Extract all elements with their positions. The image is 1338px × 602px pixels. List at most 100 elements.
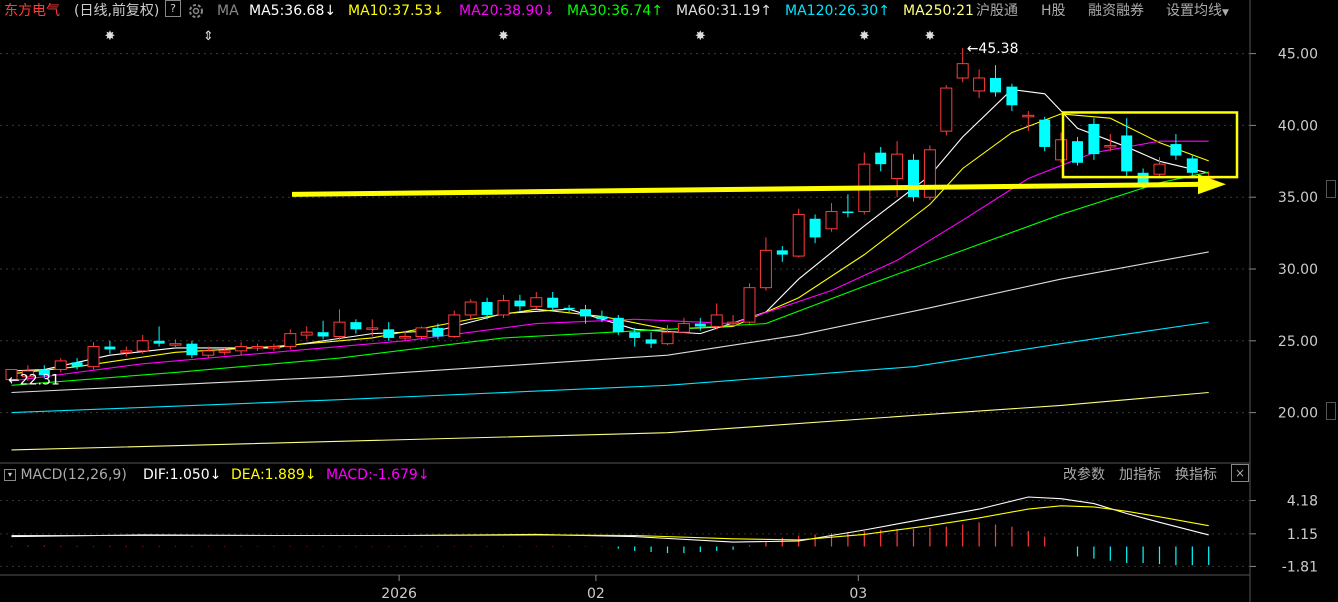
dif-value: DIF:1.050↓ [143, 464, 221, 486]
candle-body-down [383, 329, 395, 338]
price-tick-label: 35.00 [1278, 190, 1318, 206]
candle-body-up [497, 300, 510, 316]
candle-body-down [842, 211, 854, 214]
candle-body-up [235, 346, 248, 352]
price-tick-label: 40.00 [1278, 118, 1318, 134]
candle-body-down [1072, 141, 1083, 163]
candle-body-up [333, 321, 346, 337]
candle-body-down [809, 218, 821, 238]
ma10-line [11, 113, 1209, 375]
candle-body-up [677, 323, 690, 333]
candle-body-down [776, 250, 788, 255]
candle-body-down [481, 302, 493, 315]
candle-body-down [1006, 86, 1018, 106]
event-marker-icon: ✸ [695, 29, 706, 44]
candle-body-up [1055, 139, 1068, 161]
price-tick-label: 20.00 [1278, 406, 1318, 422]
candle-body-up [1022, 114, 1035, 118]
candle-body-down [1186, 158, 1198, 173]
candle-body-down [563, 307, 575, 310]
dea-text: DEA:1.889 [231, 467, 305, 483]
candle-body-down [596, 316, 608, 320]
candle-body-up [284, 333, 297, 348]
candle-body-up [136, 340, 149, 352]
min-price-label: ←22.31 [8, 372, 60, 388]
candle-body-up [759, 249, 772, 289]
event-marker-icon: ✸ [104, 29, 115, 44]
time-tick-label: 2026 [381, 586, 417, 602]
candle-body-up [891, 153, 904, 180]
scroll-handle-lower[interactable] [1326, 402, 1336, 420]
candle-body-down [908, 159, 919, 198]
close-icon[interactable]: × [1231, 464, 1249, 482]
annotations: ←45.38 ←22.31 ✸ ⇕ ✸ ✸ ✸ ✸ [8, 29, 1239, 388]
add-indicator-button[interactable]: 加指标 [1119, 464, 1161, 486]
candle-body-up [464, 301, 477, 316]
candle-body-down [71, 362, 83, 367]
candle-body-up [54, 360, 67, 371]
candle-body-up [251, 346, 264, 349]
candle-body-up [366, 327, 379, 330]
event-marker-icon: ⇕ [203, 29, 214, 44]
macd-header: ▾ MACD(12,26,9) DIF:1.050↓ DEA:1.889↓ MA… [0, 464, 1250, 486]
macd-title-block[interactable]: ▾ MACD(12,26,9) [4, 464, 127, 486]
price-tick-label: 25.00 [1278, 334, 1318, 350]
max-price-label: ←45.38 [967, 41, 1019, 57]
dea-value: DEA:1.889↓ [231, 464, 317, 486]
candle-body-down [1039, 119, 1051, 147]
candle-body-down [1121, 135, 1133, 172]
price-tick-label: 45.00 [1278, 47, 1318, 63]
candle-body-down [432, 327, 444, 337]
candle-body-up [448, 314, 461, 337]
macd-panel [0, 496, 1250, 567]
candle-body-up [727, 321, 740, 325]
candle-body-down [514, 300, 526, 307]
candle-body-down [612, 317, 624, 333]
change-params-button[interactable]: 改参数 [1063, 464, 1105, 486]
event-marker-icon: ✸ [924, 29, 935, 44]
macd-tick-label: 1.15 [1287, 527, 1318, 543]
candle-body-up [973, 77, 986, 92]
dea-arrow: ↓ [304, 467, 317, 483]
grid-lines [0, 53, 1250, 414]
candle-body-up [661, 331, 674, 345]
dif-text: DIF:1.050 [143, 467, 210, 483]
macd-tick-label: 4.18 [1287, 494, 1318, 510]
price-tick-label: 30.00 [1278, 262, 1318, 278]
candle-body-up [218, 350, 231, 353]
moving-average-lines [11, 88, 1209, 451]
candle-body-up [923, 149, 936, 198]
macd-title: MACD(12,26,9) [20, 467, 127, 483]
candle-body-up [825, 211, 838, 230]
time-tick-label: 03 [849, 586, 867, 602]
candle-body-down [580, 309, 591, 317]
candle-body-up [87, 346, 100, 368]
candle-body-up [267, 346, 280, 349]
candle-body-down [990, 78, 1001, 93]
candle-body-up [710, 314, 723, 327]
candle-body-up [743, 287, 756, 323]
candle-body-up [300, 331, 313, 336]
ma120-line [11, 321, 1209, 414]
candle-body-down [1088, 123, 1100, 155]
switch-indicator-button[interactable]: 换指标 [1175, 464, 1217, 486]
collapse-icon[interactable]: ▾ [4, 469, 16, 481]
candle-body-down [694, 323, 706, 327]
event-marker-icon: ✸ [859, 29, 870, 44]
price-chart[interactable]: ←45.38 ←22.31 ✸ ⇕ ✸ ✸ ✸ ✸ 45.00 40.00 35.00 30.00 2… [0, 0, 1338, 602]
candle-body-up [415, 327, 428, 337]
candle-body-down [547, 297, 559, 308]
ma5-line [11, 88, 1209, 372]
event-marker-icon: ✸ [498, 29, 509, 44]
macd-tick-label: -1.81 [1282, 559, 1318, 575]
macd-text: MACD:-1.679 [326, 467, 418, 483]
candle-body-up [940, 87, 953, 132]
candle-body-up [792, 213, 805, 257]
candle-body-up [530, 297, 543, 307]
scroll-handle-upper[interactable] [1326, 180, 1336, 198]
candle-body-up [956, 63, 969, 79]
candle-body-down [350, 322, 362, 330]
macd-arrow: ↓ [417, 467, 430, 483]
candle-body-up [399, 335, 412, 339]
candle-body-down [875, 152, 887, 165]
